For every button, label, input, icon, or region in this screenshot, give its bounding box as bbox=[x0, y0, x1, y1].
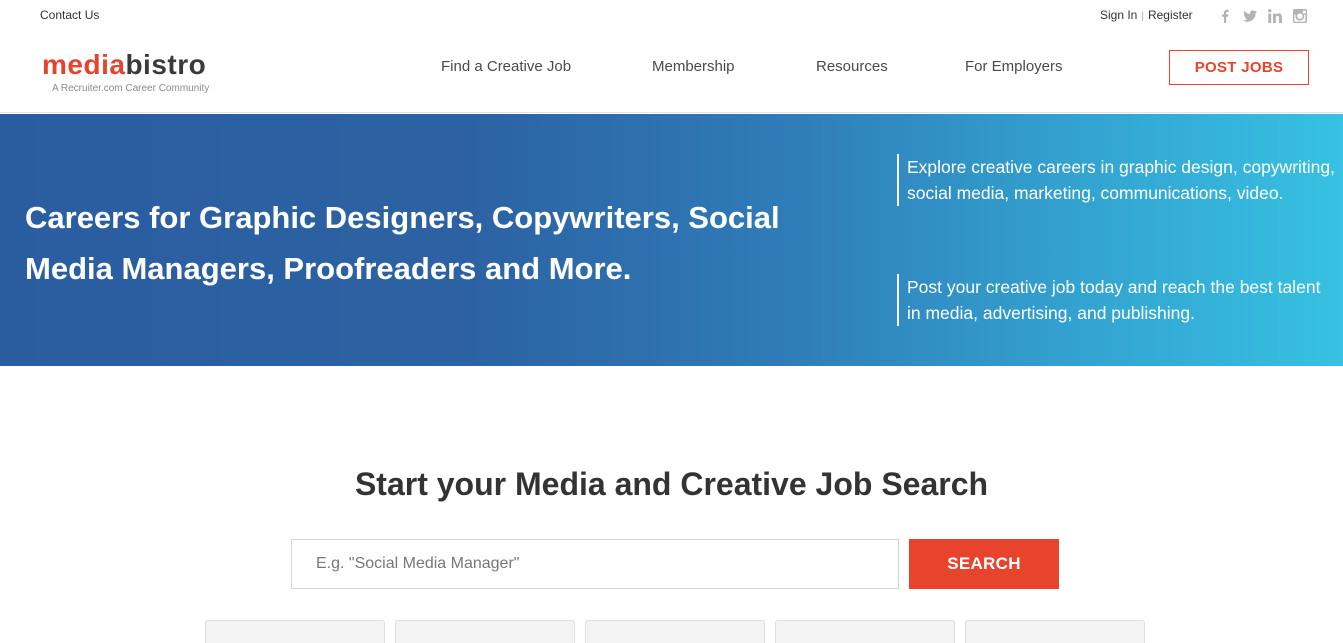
search-heading: Start your Media and Creative Job Search bbox=[354, 466, 989, 502]
logo-media-text: media bbox=[42, 49, 126, 80]
logo-bistro-text: bistro bbox=[125, 49, 207, 80]
mediabistro-logo[interactable]: mediabistro A Recruiter.com Career Commu… bbox=[42, 49, 209, 95]
register-link[interactable]: Register bbox=[1148, 8, 1193, 22]
facebook-icon[interactable] bbox=[1218, 9, 1232, 23]
hero-title: Careers for Graphic Designers, Copywrite… bbox=[25, 200, 780, 286]
linkedin-icon[interactable] bbox=[1268, 9, 1282, 23]
contact-us-link[interactable]: Contact Us bbox=[40, 8, 99, 22]
hero-blurb-explore: Explore creative careers in graphic desi… bbox=[897, 154, 1337, 206]
nav-find-a-creative-job[interactable]: Find a Creative Job bbox=[441, 58, 571, 75]
instagram-icon[interactable] bbox=[1293, 9, 1307, 23]
post-jobs-button[interactable]: POST JOBS bbox=[1169, 50, 1309, 85]
logo-tagline: A Recruiter.com Career Community bbox=[52, 83, 210, 94]
hero-blurb-post-job: Post your creative job today and reach t… bbox=[897, 274, 1337, 326]
category-cards bbox=[205, 620, 1145, 643]
twitter-icon[interactable] bbox=[1243, 9, 1257, 23]
sign-in-link[interactable]: Sign In bbox=[1100, 8, 1137, 22]
category-card[interactable] bbox=[395, 620, 575, 643]
search-button[interactable]: SEARCH bbox=[909, 539, 1059, 589]
category-card[interactable] bbox=[775, 620, 955, 643]
category-card[interactable] bbox=[585, 620, 765, 643]
category-card[interactable] bbox=[205, 620, 385, 643]
nav-resources[interactable]: Resources bbox=[816, 58, 888, 75]
main-header: mediabistro A Recruiter.com Career Commu… bbox=[0, 32, 1343, 113]
job-search-input[interactable] bbox=[291, 539, 899, 589]
auth-separator: | bbox=[1141, 11, 1144, 22]
nav-membership[interactable]: Membership bbox=[652, 58, 735, 75]
category-card[interactable] bbox=[965, 620, 1145, 643]
auth-links: Sign In | Register bbox=[1100, 8, 1193, 22]
nav-for-employers[interactable]: For Employers bbox=[965, 58, 1063, 75]
hero-banner: Careers for Graphic Designers, Copywrite… bbox=[0, 114, 1343, 366]
top-bar: Contact Us Sign In | Register bbox=[0, 0, 1343, 32]
social-links bbox=[1218, 9, 1307, 23]
